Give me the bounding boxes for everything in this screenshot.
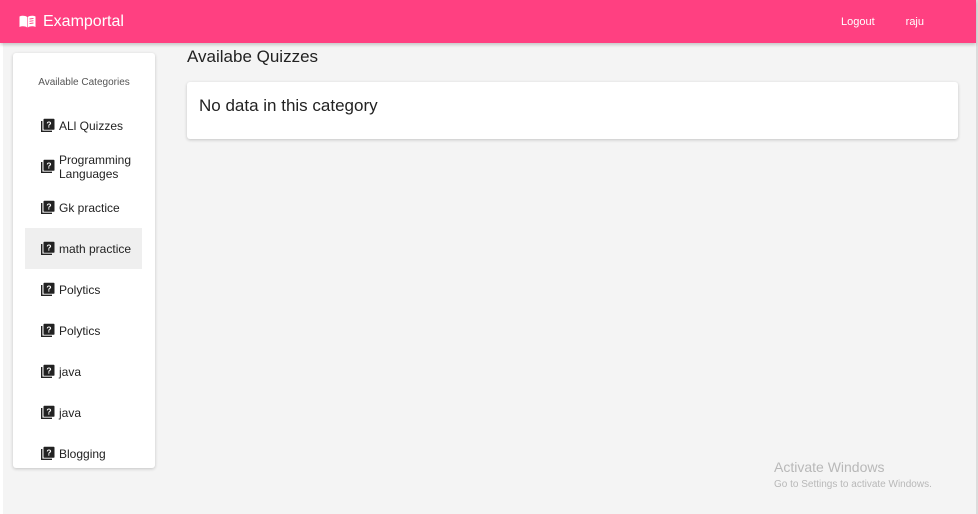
sidebar-heading: Available Categories [38,77,130,88]
content-area: Available Categories ? ALl Quizzes? Progra… [3,43,976,514]
quiz-icon: ? [41,323,55,337]
top-navbar: Examportal Logout raju [0,0,976,43]
category-item[interactable]: ? math practice [25,228,142,269]
svg-text:?: ? [46,448,51,458]
svg-text:?: ? [46,202,51,212]
category-item-label: Gk practice [59,200,120,215]
category-item[interactable]: ? ALl Quizzes [25,105,142,146]
category-item-label: Polytics [59,323,101,338]
category-item-label: Polytics [59,282,101,297]
brand-link[interactable]: Examportal [19,13,124,31]
category-item[interactable]: ? Blogging [25,433,142,474]
category-item-label: math practice [59,241,132,256]
category-list: ? ALl Quizzes? Programming Languages? Gk pr… [13,105,155,474]
quiz-icon: ? [41,405,55,419]
quiz-icon: ? [41,282,55,296]
category-item-label: Programming Languages [59,152,132,181]
category-item-label: java [59,405,82,420]
category-item-label: ALl Quizzes [59,118,124,133]
user-button[interactable]: raju [898,10,932,34]
empty-state-message: No data in this category [199,96,378,115]
svg-text:?: ? [46,243,51,253]
category-item-label: java [59,364,82,379]
svg-text:?: ? [46,161,51,171]
brand-name: Examportal [43,12,124,30]
quiz-icon: ? [41,159,55,173]
logout-button[interactable]: Logout [833,10,883,34]
category-item[interactable]: ? java [25,351,142,392]
book-icon [19,15,36,28]
quiz-icon: ? [41,446,55,460]
activate-windows-watermark: Activate Windows Go to Settings to activ… [774,459,932,490]
quiz-icon: ? [41,200,55,214]
svg-text:?: ? [46,120,51,130]
watermark-title: Activate Windows [774,459,885,475]
watermark-subtitle: Go to Settings to activate Windows. [774,479,932,490]
svg-text:?: ? [46,325,51,335]
category-item[interactable]: ? Programming Languages [25,146,142,187]
empty-state-card: No data in this category [187,82,958,139]
quiz-icon: ? [41,118,55,132]
category-item[interactable]: ? Gk practice [25,187,142,228]
category-sidebar: Available Categories ? ALl Quizzes? Progra… [13,53,155,468]
page-title: Availabe Quizzes [187,47,319,66]
category-item-label: Blogging [59,446,106,461]
quiz-icon: ? [41,241,55,255]
svg-text:?: ? [46,366,51,376]
category-item[interactable]: ? Polytics [25,269,142,310]
svg-text:?: ? [46,407,51,417]
category-item[interactable]: ? Polytics [25,310,142,351]
page: Examportal Logout raju Available Categor… [0,0,978,514]
quiz-icon: ? [41,364,55,378]
category-item[interactable]: ? java [25,392,142,433]
svg-text:?: ? [46,284,51,294]
